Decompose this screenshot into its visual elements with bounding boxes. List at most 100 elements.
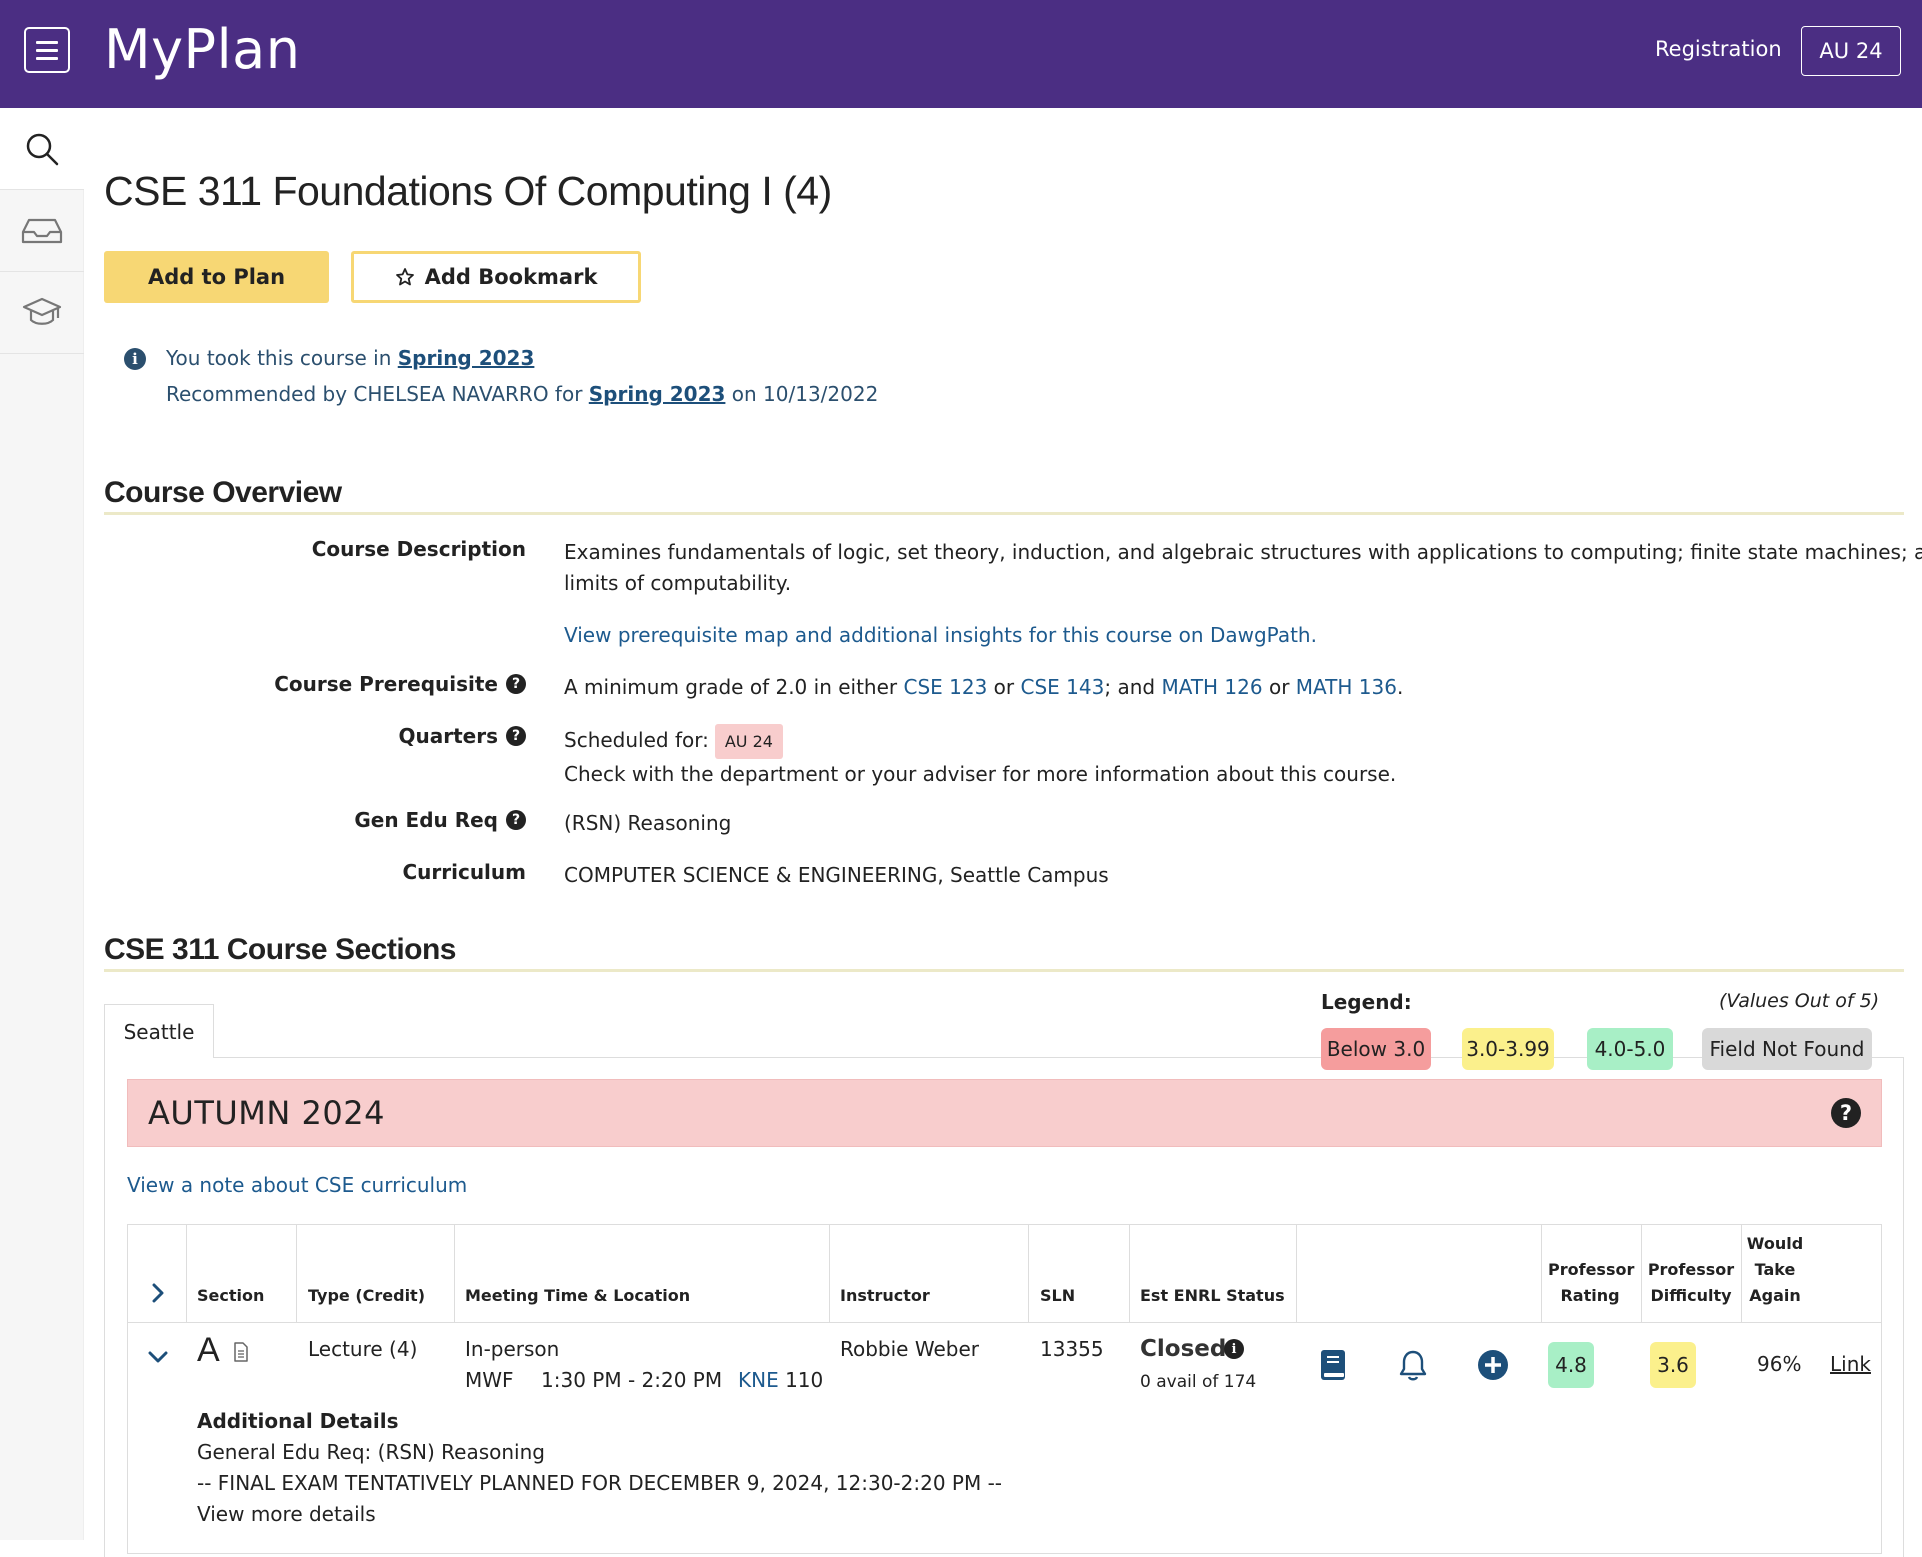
term-button[interactable]: AU 24 xyxy=(1801,26,1901,76)
column-divider xyxy=(1028,1225,1029,1322)
column-divider xyxy=(1296,1225,1297,1322)
help-icon[interactable]: ? xyxy=(506,674,526,694)
quarters-label: Quarters? xyxy=(399,724,526,748)
registration-link[interactable]: Registration xyxy=(1655,37,1782,61)
sidebar-item-inbox[interactable] xyxy=(0,190,84,272)
view-more-details-link[interactable]: View more details xyxy=(197,1499,376,1530)
header-professor-difficulty: Professor Difficulty xyxy=(1647,1260,1735,1305)
recommendation-date: on 10/13/2022 xyxy=(725,382,879,406)
help-icon[interactable]: ? xyxy=(506,810,526,830)
legend-below-3: Below 3.0 xyxy=(1321,1028,1431,1070)
dawgpath-link[interactable]: View prerequisite map and additional ins… xyxy=(564,620,1317,651)
header-row-divider xyxy=(128,1322,1881,1323)
course-prerequisite-label: Course Prerequisite? xyxy=(274,672,526,696)
professor-rating-badge: 4.8 xyxy=(1548,1342,1594,1388)
section-id: A xyxy=(197,1331,220,1369)
search-icon xyxy=(26,133,59,165)
took-course-line: You took this course in Spring 2023 xyxy=(166,346,534,370)
header-sln: SLN xyxy=(1040,1286,1076,1305)
chevron-right-icon[interactable] xyxy=(146,1281,170,1305)
gen-edu-req-label: Gen Edu Req? xyxy=(354,808,526,832)
course-prerequisite: A minimum grade of 2.0 in either CSE 123… xyxy=(564,675,1404,699)
course-description-label: Course Description xyxy=(311,537,526,561)
divider xyxy=(104,969,1904,972)
final-exam-note: -- FINAL EXAM TENTATIVELY PLANNED FOR DE… xyxy=(197,1471,1003,1495)
plus-circle-icon[interactable] xyxy=(1477,1349,1509,1381)
graduation-cap-icon xyxy=(22,297,62,325)
divider xyxy=(104,512,1904,515)
meeting-location: KNE 110 xyxy=(738,1368,824,1392)
instructor-name: Robbie Weber xyxy=(840,1337,979,1361)
column-divider xyxy=(296,1225,297,1322)
top-bar: MyPlan Registration AU 24 xyxy=(0,0,1922,108)
building-link[interactable]: KNE xyxy=(738,1368,779,1392)
prereq-link-cse123[interactable]: CSE 123 xyxy=(904,675,988,699)
would-take-again-value: 96% xyxy=(1757,1352,1802,1376)
sidebar-item-degree[interactable] xyxy=(0,272,84,354)
help-icon[interactable]: ? xyxy=(1831,1098,1861,1128)
column-divider xyxy=(1129,1225,1130,1322)
prereq-link-math126[interactable]: MATH 126 xyxy=(1161,675,1262,699)
legend-4-to-5: 4.0-5.0 xyxy=(1587,1028,1673,1070)
chevron-down-icon[interactable] xyxy=(144,1345,172,1369)
term-name: AUTUMN 2024 xyxy=(148,1094,385,1132)
column-divider xyxy=(1541,1225,1542,1322)
prereq-link-cse143[interactable]: CSE 143 xyxy=(1021,675,1105,699)
enrollment-status: Closed xyxy=(1140,1336,1227,1362)
header-would-take-again: Would Take Again xyxy=(1746,1234,1804,1305)
legend-title: Legend: xyxy=(1321,990,1412,1014)
legend-note: (Values Out of 5) xyxy=(1719,990,1880,1012)
course-description: Examines fundamentals of logic, set theo… xyxy=(564,540,1922,595)
sections-table: Section Type (Credit) Meeting Time & Loc… xyxy=(127,1224,1882,1554)
column-divider xyxy=(1641,1225,1642,1322)
took-course-text: You took this course in xyxy=(166,346,398,370)
recommendation-line: Recommended by CHELSEA NAVARRO for Sprin… xyxy=(166,382,878,406)
star-icon xyxy=(395,268,414,286)
legend-3-to-399: 3.0-3.99 xyxy=(1462,1028,1554,1070)
column-divider xyxy=(186,1225,187,1322)
term-banner: AUTUMN 2024 ? xyxy=(127,1079,1882,1147)
meeting-time: 1:30 PM - 2:20 PM xyxy=(541,1368,723,1392)
column-divider xyxy=(829,1225,830,1322)
book-icon[interactable] xyxy=(1318,1348,1348,1382)
hamburger-icon[interactable] xyxy=(24,27,70,73)
additional-details-genedu: General Edu Req: (RSN) Reasoning xyxy=(197,1440,545,1464)
column-divider xyxy=(454,1225,455,1322)
recommendation-text: Recommended by CHELSEA NAVARRO for xyxy=(166,382,589,406)
curriculum-note-link[interactable]: View a note about CSE curriculum xyxy=(127,1173,467,1197)
curriculum-value: COMPUTER SCIENCE & ENGINEERING, Seattle … xyxy=(564,863,1109,887)
header-meeting: Meeting Time & Location xyxy=(465,1286,691,1305)
document-icon[interactable] xyxy=(232,1341,250,1363)
page-title: CSE 311 Foundations Of Computing I (4) xyxy=(104,168,832,214)
header-type: Type (Credit) xyxy=(308,1286,426,1305)
gen-edu-req-value: (RSN) Reasoning xyxy=(564,811,732,835)
add-to-plan-button[interactable]: Add to Plan xyxy=(104,251,329,303)
sln-link[interactable]: 13355 xyxy=(1040,1334,1104,1365)
header-section: Section xyxy=(197,1286,265,1305)
meeting-mode: In-person xyxy=(465,1337,560,1361)
additional-details-title: Additional Details xyxy=(197,1409,399,1433)
add-bookmark-button[interactable]: Add Bookmark xyxy=(351,251,641,303)
sidebar-item-search[interactable] xyxy=(0,108,84,190)
ratings-link[interactable]: Link xyxy=(1830,1349,1871,1380)
column-divider xyxy=(1741,1225,1742,1322)
course-overview-heading: Course Overview xyxy=(104,476,342,509)
course-sections-heading: CSE 311 Course Sections xyxy=(104,933,457,966)
legend-field-not-found: Field Not Found xyxy=(1702,1028,1872,1070)
help-icon[interactable]: ? xyxy=(506,726,526,746)
tab-seattle[interactable]: Seattle xyxy=(104,1004,214,1058)
app-title[interactable]: MyPlan xyxy=(104,18,300,81)
section-type: Lecture (4) xyxy=(308,1337,418,1361)
prereq-link-math136[interactable]: MATH 136 xyxy=(1296,675,1397,699)
seats-available: 0 avail of 174 xyxy=(1140,1372,1257,1392)
info-icon[interactable]: i xyxy=(1224,1339,1244,1359)
header-status: Est ENRL Status xyxy=(1140,1286,1285,1305)
bell-icon[interactable] xyxy=(1398,1348,1428,1382)
took-term-link[interactable]: Spring 2023 xyxy=(398,346,535,370)
quarters-value: Scheduled for: AU 24 Check with the depar… xyxy=(564,724,1396,790)
add-bookmark-label: Add Bookmark xyxy=(424,265,598,289)
recommended-term-link[interactable]: Spring 2023 xyxy=(589,382,726,406)
curriculum-label: Curriculum xyxy=(402,860,526,884)
sidebar xyxy=(0,108,84,1540)
professor-difficulty-badge: 3.6 xyxy=(1650,1342,1696,1388)
